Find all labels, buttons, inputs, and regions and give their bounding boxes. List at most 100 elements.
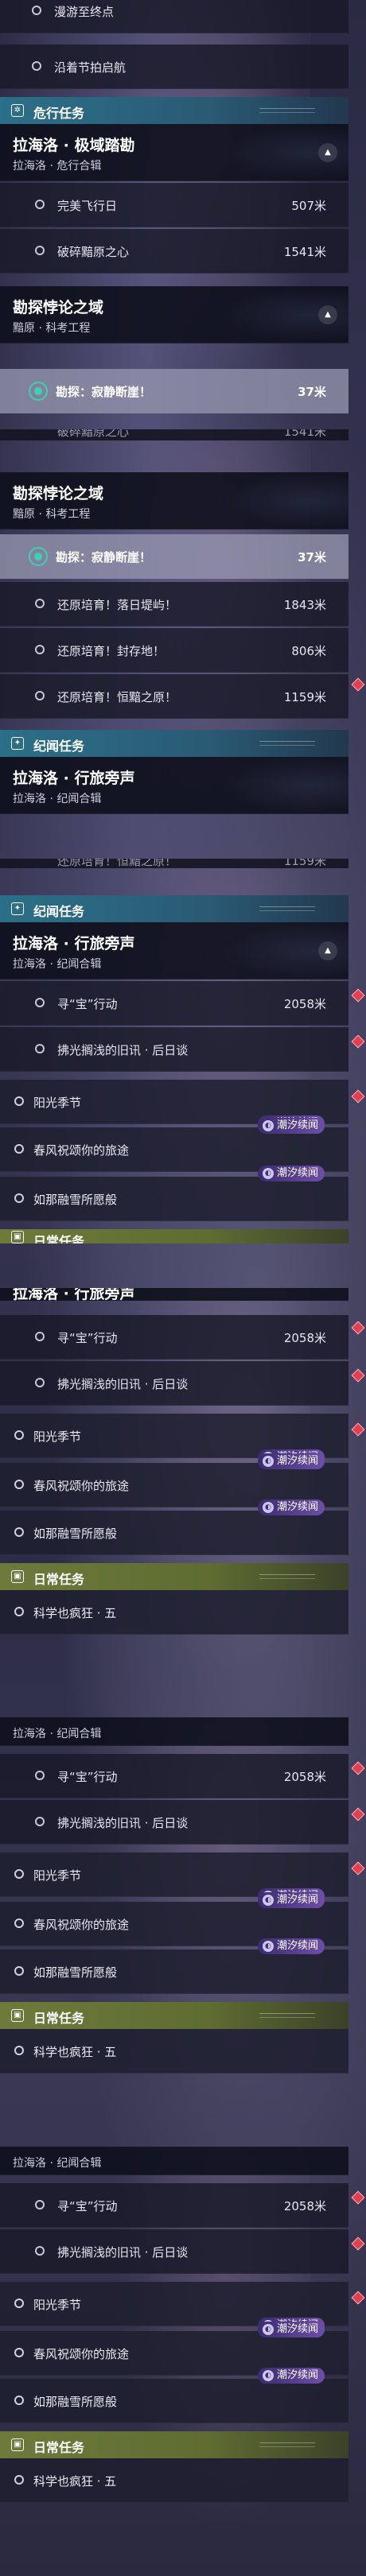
quest-item[interactable]: 如那融雪所愿般 ◐ 潮汐续闻: [0, 1166, 348, 1221]
daily-quest-icon: ▣: [11, 1570, 24, 1583]
quest-item[interactable]: 科学也疯狂 · 五: [0, 1590, 348, 1635]
collapse-arrow-icon[interactable]: ▲: [318, 305, 337, 324]
quest-item[interactable]: 如那融雪所愿般 ◐ 潮汐续闻: [0, 1938, 348, 1994]
section-title: 日常任务: [33, 1572, 85, 1587]
section-header-daily[interactable]: ▣ 日常任务: [0, 1563, 348, 1590]
quest-item[interactable]: 漫游至终点: [0, 0, 348, 33]
quest-item[interactable]: 沿着节拍启航: [0, 45, 348, 89]
quest-label: 如那融雪所愿般: [33, 1527, 118, 1541]
badge-icon: ◐: [262, 1120, 274, 1131]
status-circle-icon: [35, 2246, 45, 2256]
story-quest-icon: ✦: [11, 902, 24, 915]
active-quest-item[interactable]: 勘探：寂静断崖！ 37米: [0, 369, 348, 413]
quest-item[interactable]: 还原培育！落日堤屿！ 1843米: [0, 582, 348, 627]
quest-group[interactable]: 勘探悖论之域 黯原 · 科考工程 ▲: [0, 286, 348, 343]
map-marker-icon: [351, 1034, 365, 1049]
quest-item[interactable]: 寻“宝”行动 2058米: [0, 1315, 348, 1360]
quest-label: 寻“宝”行动: [57, 1770, 118, 1784]
daily-quest-icon: ▣: [11, 2009, 24, 2022]
quest-item[interactable]: 如那融雪所愿般 ◐ 潮汐续闻: [0, 1499, 348, 1555]
quest-group[interactable]: 拉海洛 · 纪闻合辑: [0, 1717, 348, 1746]
quest-group[interactable]: 拉海洛 · 行旅旁声 拉海洛 · 纪闻合辑: [0, 757, 348, 814]
quest-item[interactable]: 寻“宝”行动 2058米: [0, 981, 348, 1026]
quest-item[interactable]: 阳光季节 ◐潮汐续闻: [0, 1852, 348, 1904]
quest-item[interactable]: 阳光季节 ◐潮汐续闻: [0, 1414, 348, 1465]
quest-item[interactable]: 拂光搁浅的旧讯 · 后日谈: [0, 1800, 348, 1845]
status-circle-icon: [32, 61, 41, 71]
section-header-daily[interactable]: ▣ 日常任务: [0, 2002, 348, 2029]
quest-item[interactable]: 寻“宝”行动 2058米: [0, 1754, 348, 1798]
status-circle-icon: [35, 998, 45, 1007]
badge-icon: ◐: [262, 1895, 274, 1906]
map-marker-icon: [351, 2291, 365, 2305]
quest-label: 还原培育！落日堤屿！: [57, 598, 177, 612]
quest-distance: 37米: [298, 550, 326, 564]
quest-distance: 507米: [291, 199, 326, 213]
status-circle-icon: [35, 1332, 45, 1341]
badge-label: 潮汐续闻: [276, 1167, 318, 1179]
status-circle-icon: [14, 1480, 24, 1489]
section-header-story[interactable]: ✦ 纪闻任务: [0, 895, 348, 922]
header-decoration: [259, 2442, 315, 2447]
badge-label: 潮汐续闻: [276, 1455, 318, 1467]
status-circle-icon: [14, 1430, 24, 1440]
quest-item[interactable]: 还原培育！恒黯之原！ 1159米: [0, 674, 348, 719]
quest-distance: 1159米: [283, 690, 326, 704]
section-title: 纪闻任务: [33, 739, 85, 754]
quest-item[interactable]: 拂光搁浅的旧讯 · 后日谈: [0, 1361, 348, 1406]
section-header-daily[interactable]: ▣ 日常任务: [0, 2431, 348, 2458]
map-marker-icon: [351, 1368, 365, 1383]
partial-group-title: 拉海洛 · 行旅旁声: [0, 1288, 348, 1301]
quest-item[interactable]: 寻“宝”行动 2058米: [0, 2183, 348, 2228]
section-header-daily[interactable]: ▣ 日常任务: [0, 1229, 348, 1243]
tidal-story-badge: ◐潮汐续闻: [257, 2368, 325, 2384]
section-header-danger[interactable]: ✲ 危行任务: [0, 97, 348, 124]
quest-label: 拂光搁浅的旧讯 · 后日谈: [57, 1816, 189, 1830]
status-circle-icon: [14, 1527, 24, 1537]
section-header-story[interactable]: ✦ 纪闻任务: [0, 730, 348, 757]
status-circle-icon: [35, 691, 45, 700]
badge-label: 潮汐续闻: [276, 1940, 318, 1952]
quest-item[interactable]: 还原培育！封存地！ 806米: [0, 628, 348, 673]
section-title: 日常任务: [33, 2011, 85, 2026]
badge-label: 潮汐续闻: [276, 1501, 318, 1513]
quest-group[interactable]: 拉海洛 · 行旅旁声 拉海洛 · 纪闻合辑 ▲: [0, 922, 348, 980]
collapse-arrow-icon[interactable]: ▲: [318, 143, 337, 162]
quest-distance: 2058米: [283, 2199, 326, 2213]
quest-item[interactable]: 破碎黯原之心 1541米: [0, 229, 348, 274]
quest-item[interactable]: 科学也疯狂 · 五: [0, 2029, 348, 2074]
group-subtitle: 拉海洛 · 纪闻合辑: [13, 2157, 102, 2170]
quest-group[interactable]: 勘探悖论之域 黯原 · 科考工程: [0, 472, 348, 530]
badge-label: 潮汐续闻: [276, 1119, 318, 1131]
status-circle-icon: [35, 645, 45, 654]
quest-label: 还原培育！封存地！: [57, 644, 165, 658]
status-circle-icon: [14, 1607, 24, 1616]
daily-quest-icon: ▣: [11, 1231, 24, 1243]
header-decoration: [259, 741, 315, 746]
status-circle-icon: [14, 2046, 24, 2055]
quest-label: 春风祝颂你的旅途: [33, 2347, 130, 2361]
tracking-target-icon: [29, 547, 48, 566]
section-title: 日常任务: [33, 1234, 85, 1243]
group-subtitle: 拉海洛 · 危行合辑: [13, 160, 102, 173]
collapse-arrow-icon[interactable]: ▲: [318, 941, 337, 960]
status-circle-icon: [14, 2299, 24, 2308]
quest-item[interactable]: 拂光搁浅的旧讯 · 后日谈: [0, 2229, 348, 2274]
quest-item[interactable]: 完美飞行日 507米: [0, 183, 348, 227]
active-quest-item[interactable]: 勘探：寂静断崖！ 37米: [0, 534, 348, 579]
quest-group[interactable]: 拉海洛 · 极域踏勘 拉海洛 · 危行合辑 ▲: [0, 124, 348, 181]
tidal-story-badge: ◐潮汐续闻: [257, 1938, 325, 1954]
quest-item[interactable]: 科学也疯狂 · 五: [0, 2458, 348, 2503]
tidal-story-badge: ◐潮汐续闻: [257, 1453, 325, 1469]
status-circle-icon: [14, 1096, 24, 1106]
status-circle-icon: [14, 1966, 24, 1976]
quest-item[interactable]: 阳光季节 ◐潮汐续闻: [0, 2282, 348, 2334]
header-decoration: [259, 2013, 315, 2018]
badge-icon: ◐: [262, 1456, 274, 1467]
quest-item[interactable]: 拂光搁浅的旧讯 · 后日谈: [0, 1027, 348, 1072]
quest-label: 如那融雪所愿般: [33, 1965, 118, 1980]
quest-group[interactable]: 拉海洛 · 纪闻合辑: [0, 2147, 348, 2175]
map-marker-icon: [351, 988, 365, 1003]
quest-item[interactable]: 如那融雪所愿般 ◐ 潮汐续闻: [0, 2368, 348, 2423]
quest-label: 完美飞行日: [57, 199, 118, 213]
